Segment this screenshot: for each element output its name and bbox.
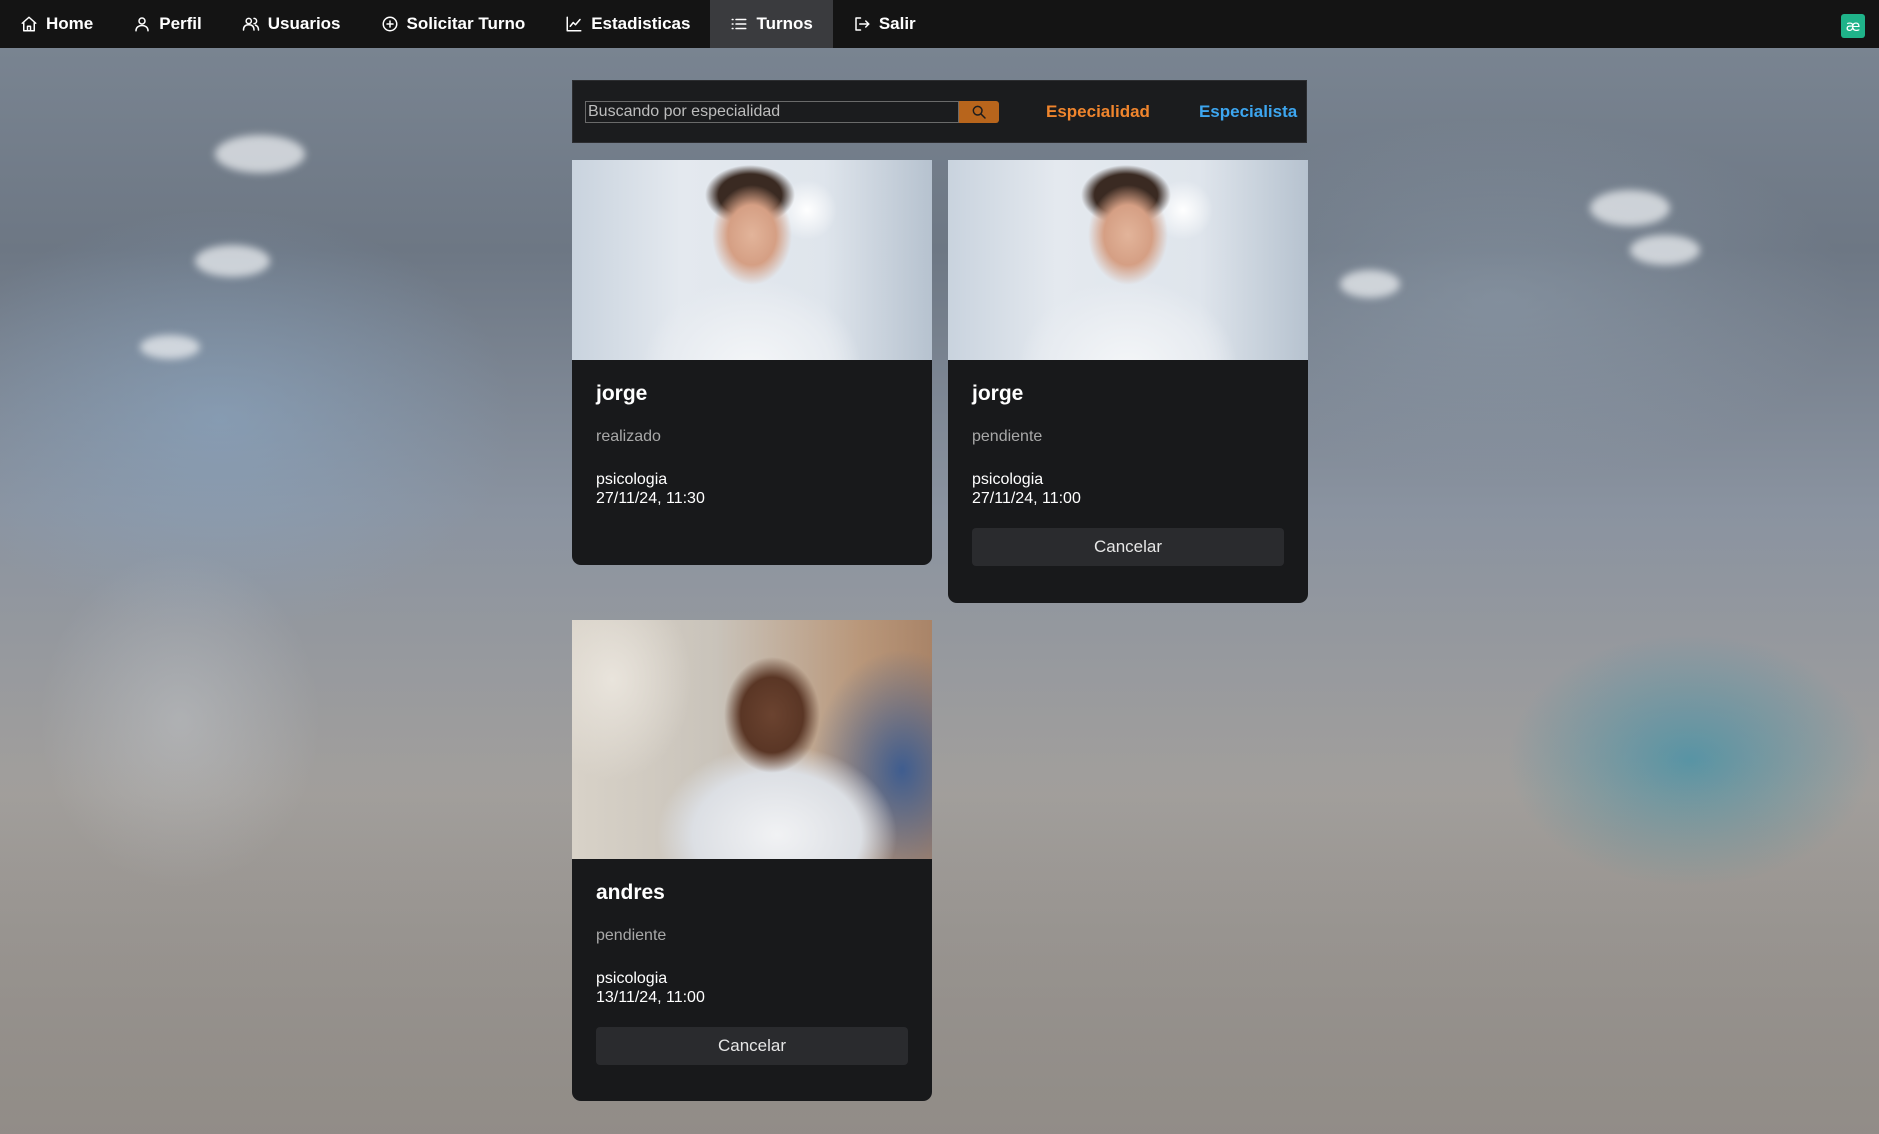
turno-datetime: 27/11/24, 11:00: [972, 490, 1081, 507]
doctor-jorge-photo: [572, 160, 932, 360]
nav-salir-label: Salir: [878, 14, 916, 33]
top-navbar: Home Perfil Usuarios Solicitar Turno Est…: [0, 0, 1879, 48]
search-input[interactable]: [585, 100, 959, 123]
nav-home[interactable]: Home: [0, 0, 113, 48]
nav-turnos-label: Turnos: [756, 14, 813, 33]
app-logo[interactable]: æ: [1841, 14, 1865, 38]
users-icon: [242, 17, 260, 31]
turno-doctor-name: jorge: [972, 382, 1024, 405]
turno-card: andres pendiente psicologia 13/11/24, 11…: [572, 620, 932, 1101]
user-icon: [135, 17, 149, 32]
nav-perfil[interactable]: Perfil: [113, 0, 222, 48]
nav-turnos[interactable]: Turnos: [710, 0, 833, 48]
turno-status: realizado: [596, 428, 661, 445]
nav-estadisticas-label: Estadisticas: [591, 14, 691, 33]
home-icon: [21, 16, 37, 32]
turno-specialty: psicologia: [596, 471, 668, 488]
plus-circle-icon: [382, 16, 398, 32]
nav-usuarios-label: Usuarios: [267, 14, 341, 33]
search-button[interactable]: [959, 100, 999, 123]
nav-solicitar-turno-label: Solicitar Turno: [406, 14, 526, 33]
logout-icon: [855, 17, 870, 31]
list-icon: [731, 18, 747, 30]
nav-perfil-label: Perfil: [159, 14, 202, 33]
turno-card: jorge realizado psicologia 27/11/24, 11:…: [572, 160, 932, 565]
chart-icon: [566, 16, 582, 32]
filter-especialidad-button[interactable]: Especialidad: [1046, 102, 1150, 122]
nav-home-label: Home: [46, 14, 94, 33]
cancel-turno-button[interactable]: Cancelar: [596, 1027, 908, 1065]
turno-card: jorge pendiente psicologia 27/11/24, 11:…: [948, 160, 1308, 603]
turno-specialty: psicologia: [972, 471, 1044, 488]
search-panel: Especialidad Especialista: [572, 80, 1307, 143]
turno-doctor-name: jorge: [596, 382, 648, 405]
nav-usuarios[interactable]: Usuarios: [222, 0, 361, 48]
nav-solicitar-turno[interactable]: Solicitar Turno: [361, 0, 546, 48]
turno-datetime: 13/11/24, 11:00: [596, 989, 705, 1006]
nav-salir[interactable]: Salir: [833, 0, 936, 48]
search-icon: [972, 105, 986, 119]
turno-status: pendiente: [596, 927, 667, 944]
background-clinic-image: [0, 0, 1879, 1134]
doctor-jorge-photo: [948, 160, 1308, 360]
nav-estadisticas[interactable]: Estadisticas: [545, 0, 710, 48]
turno-status: pendiente: [972, 428, 1043, 445]
turno-datetime: 27/11/24, 11:30: [596, 490, 705, 507]
turno-specialty: psicologia: [596, 970, 668, 987]
doctor-andres-photo: [572, 620, 932, 859]
filter-especialista-button[interactable]: Especialista: [1199, 102, 1297, 122]
turno-doctor-name: andres: [596, 881, 665, 904]
cancel-turno-button[interactable]: Cancelar: [972, 528, 1284, 566]
